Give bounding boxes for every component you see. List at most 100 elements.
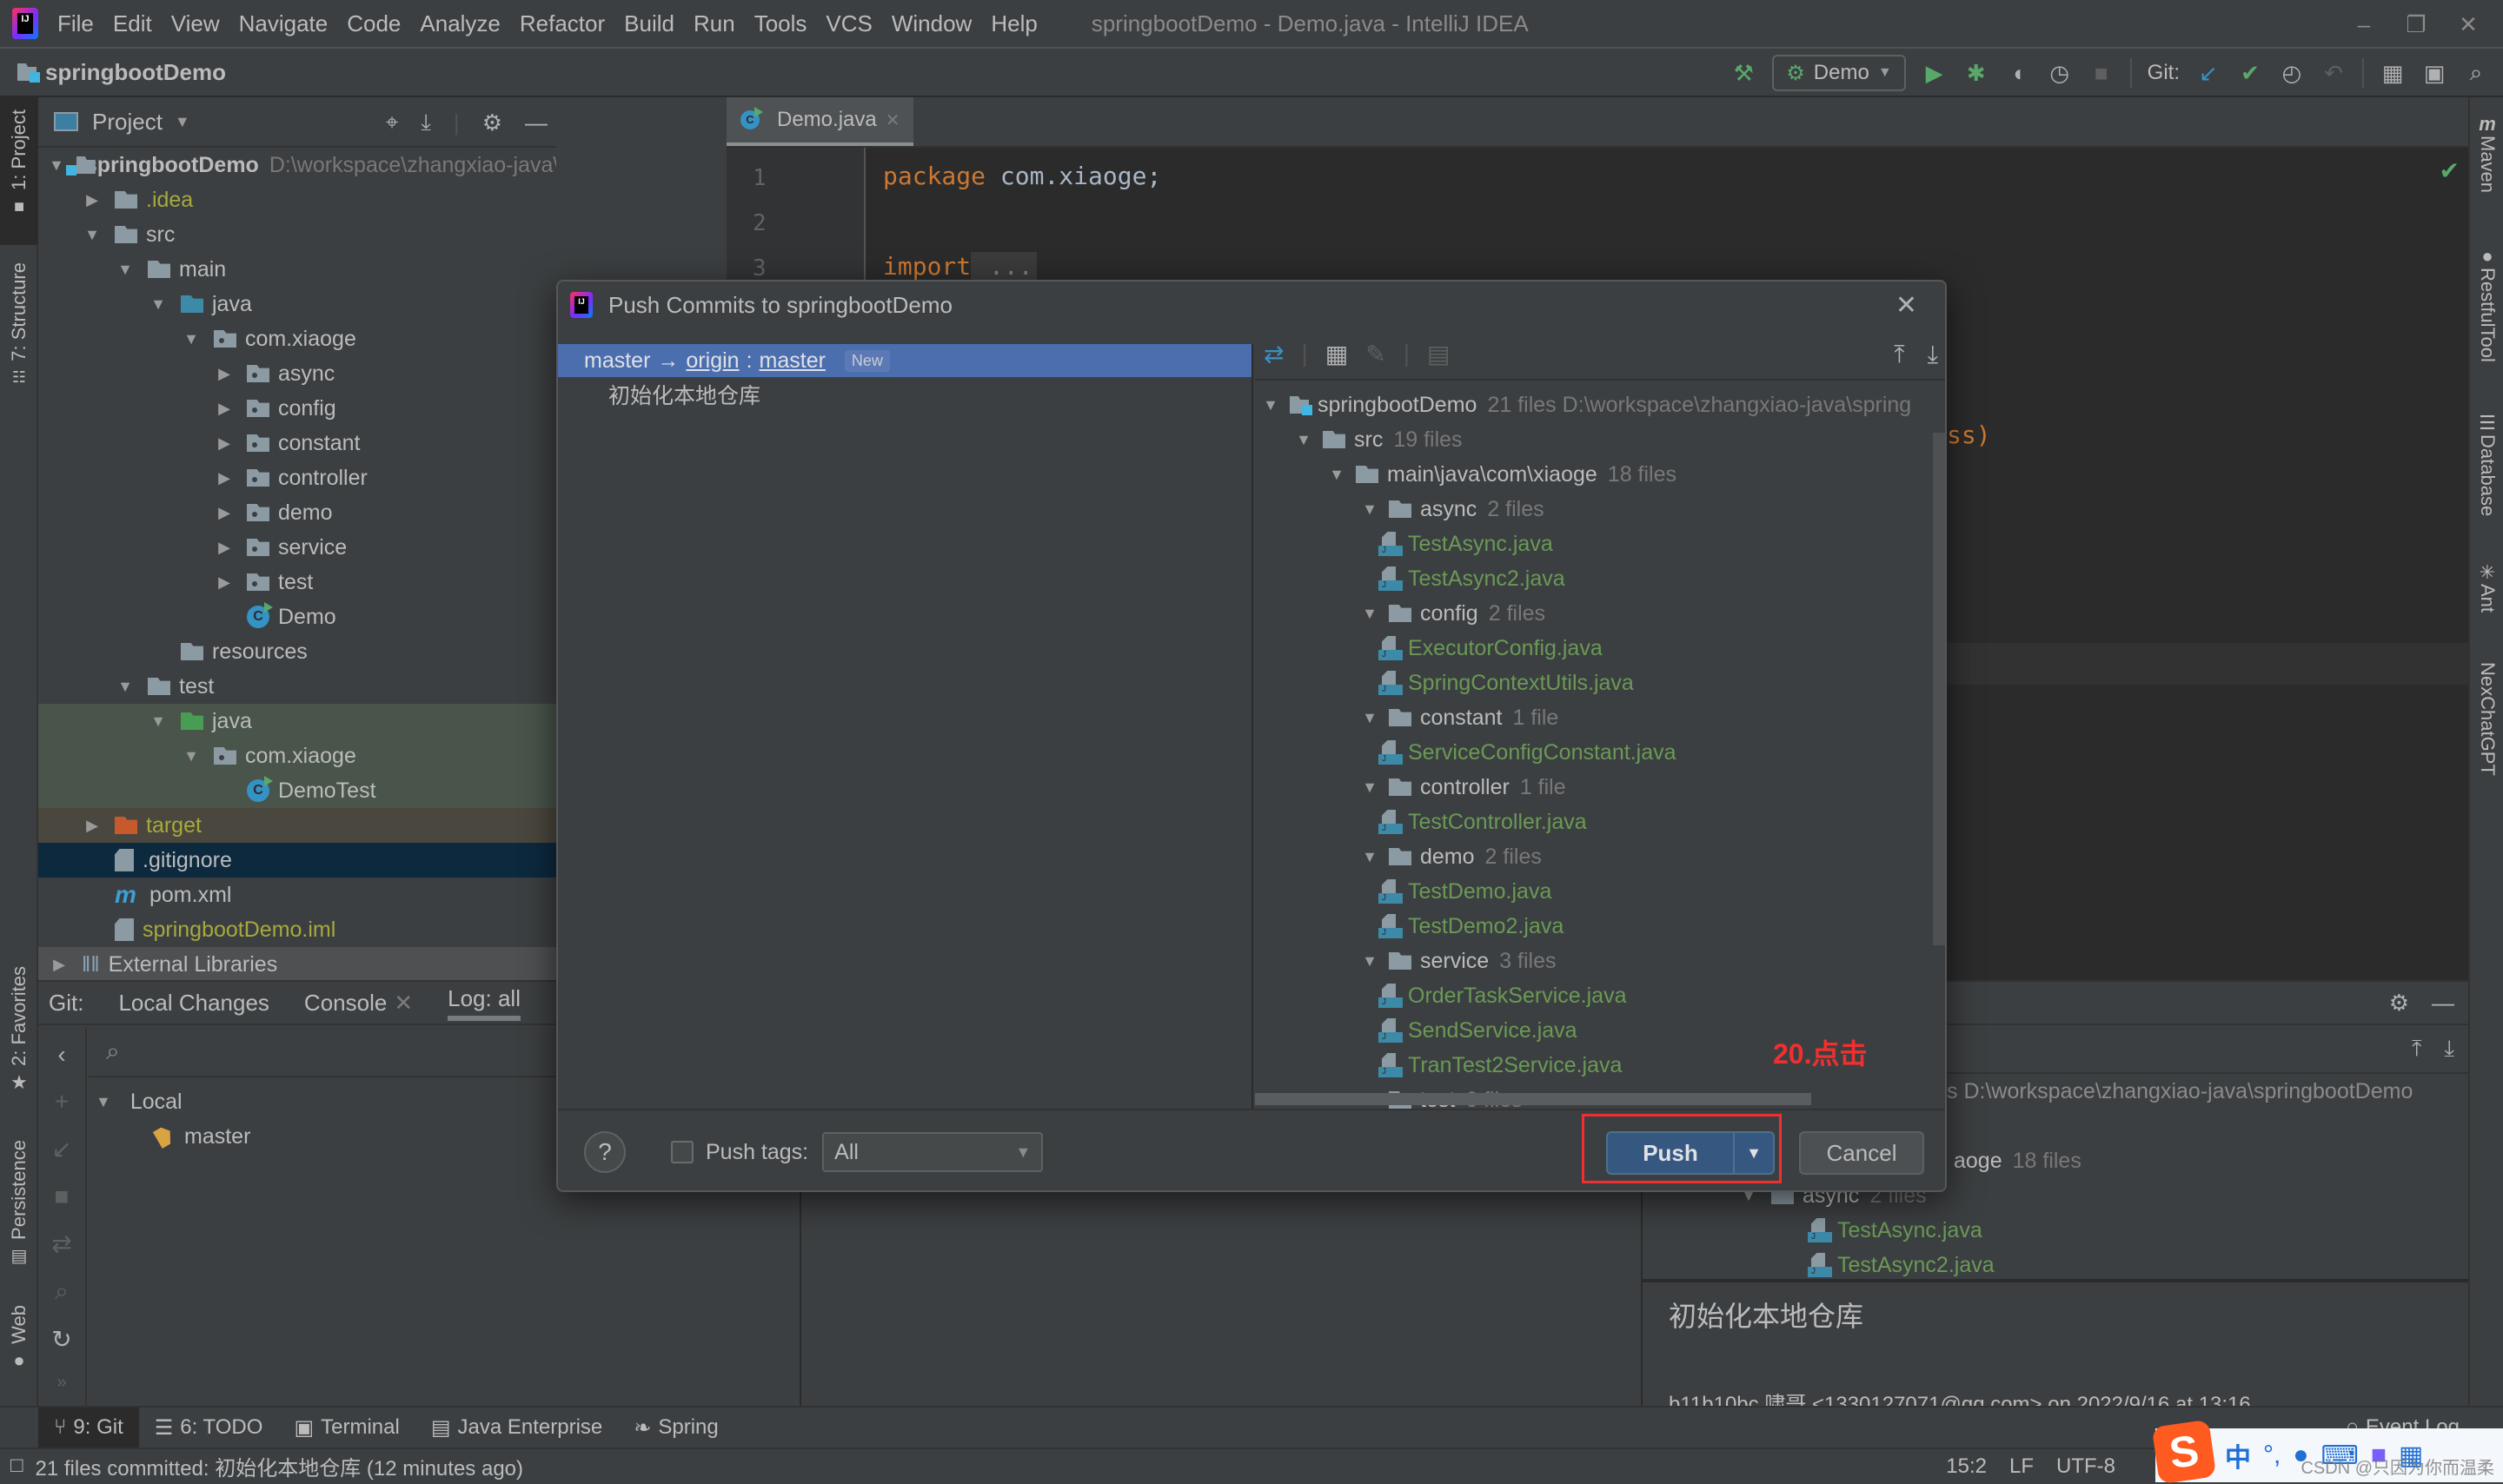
project-structure-icon[interactable]: ▦ bbox=[2380, 60, 2406, 86]
tree-row[interactable]: ▶ .idea bbox=[38, 182, 556, 217]
search-icon[interactable]: ⌕ bbox=[2463, 59, 2489, 86]
tree-row[interactable]: ▶ config bbox=[38, 391, 556, 426]
tool-tab-nexchatgpt[interactable]: NexChatGPT bbox=[2470, 662, 2503, 776]
minimize-button[interactable]: – bbox=[2338, 0, 2390, 49]
menu-refactor[interactable]: Refactor bbox=[520, 10, 605, 37]
file-row[interactable]: TestAsync2.java bbox=[1255, 561, 1945, 596]
tree-row[interactable]: ▼ test bbox=[38, 669, 556, 704]
build-hammer-icon[interactable]: ⚒ bbox=[1730, 60, 1756, 86]
expand-arrow-icon[interactable]: ▼ bbox=[49, 156, 64, 175]
tree-row-file[interactable]: TestAsync2.java bbox=[1643, 1248, 2468, 1282]
edit-pencil-icon[interactable]: ✎ bbox=[1365, 340, 1385, 368]
menu-view[interactable]: View bbox=[171, 10, 220, 37]
folder-row[interactable]: ▼ config 2 files bbox=[1255, 596, 1945, 631]
more-chevrons-icon[interactable]: » bbox=[56, 1373, 66, 1393]
expand-arrow-icon[interactable]: ▼ bbox=[148, 712, 169, 731]
collapse-arrow-icon[interactable]: ▶ bbox=[214, 539, 235, 557]
editor-tab-demo-java[interactable]: C Demo.java ✕ bbox=[727, 97, 914, 146]
collapse-arrow-icon[interactable]: ▶ bbox=[214, 504, 235, 522]
search-icon[interactable]: ⌕ bbox=[55, 1277, 69, 1306]
rollback-icon[interactable]: ↶ bbox=[2320, 60, 2347, 86]
checkout-arrow-icon[interactable]: ↙ bbox=[51, 1135, 71, 1163]
git-update-icon[interactable]: ↙ bbox=[2195, 60, 2221, 86]
line-separator[interactable]: LF bbox=[2009, 1454, 2034, 1479]
folder-row[interactable]: ▼ async 2 files bbox=[1255, 492, 1945, 527]
file-row[interactable]: TestDemo.java bbox=[1255, 874, 1945, 909]
ime-mode[interactable]: 中 bbox=[2225, 1436, 2251, 1474]
caret-position[interactable]: 15:2 bbox=[1946, 1454, 1987, 1479]
push-tags-select[interactable]: All ▼ bbox=[822, 1132, 1044, 1172]
tree-row[interactable]: ▶ async bbox=[38, 356, 556, 391]
remote-link[interactable]: origin bbox=[686, 348, 739, 374]
folder-row[interactable]: ▼ src 19 files bbox=[1255, 422, 1945, 457]
run-configuration-select[interactable]: ⚙ Demo ▼ bbox=[1772, 55, 1906, 91]
expand-arrow-icon[interactable]: ▼ bbox=[1359, 848, 1380, 866]
hide-minus-icon[interactable]: — bbox=[2432, 990, 2454, 1017]
file-row[interactable]: ServiceConfigConstant.java bbox=[1255, 735, 1945, 770]
tab-console[interactable]: Console ✕ bbox=[304, 990, 413, 1017]
tree-row[interactable]: ▼ java bbox=[38, 704, 556, 739]
collapse-all-icon[interactable]: ⤓ bbox=[1928, 341, 1938, 369]
tree-row[interactable]: ▶ demo bbox=[38, 495, 556, 530]
menu-edit[interactable]: Edit bbox=[113, 10, 152, 37]
tree-row[interactable]: ▼ springbootDemo D:\workspace\zhangxiao-ja… bbox=[38, 148, 556, 182]
menu-vcs[interactable]: VCS bbox=[826, 10, 872, 37]
tool-window-spring[interactable]: ❧ Spring bbox=[618, 1408, 734, 1448]
menu-run[interactable]: Run bbox=[694, 10, 735, 37]
group-by-icon[interactable]: ▦ bbox=[1325, 340, 1348, 368]
collapse-arrow-icon[interactable]: ▶ bbox=[214, 573, 235, 592]
tree-row[interactable]: ▶mpom.xml bbox=[38, 878, 556, 912]
tool-tab-project[interactable]: 1: Project ■ bbox=[0, 97, 38, 245]
tool-tab-ant[interactable]: ✳ Ant bbox=[2470, 561, 2503, 613]
expand-arrow-icon[interactable]: ▼ bbox=[1326, 466, 1347, 484]
push-tags-checkbox[interactable] bbox=[671, 1141, 694, 1163]
expand-arrow-icon[interactable]: ▼ bbox=[1293, 431, 1314, 449]
expand-arrow-icon[interactable]: ▼ bbox=[1359, 605, 1380, 623]
run-icon[interactable]: ▶ bbox=[1922, 60, 1948, 86]
close-dialog-icon[interactable]: ✕ bbox=[1896, 290, 1917, 321]
expand-arrow-icon[interactable]: ▼ bbox=[115, 261, 136, 279]
hide-minus-icon[interactable]: — bbox=[525, 109, 548, 136]
refresh-icon[interactable]: ↻ bbox=[51, 1325, 71, 1354]
folded-imports[interactable]: ... bbox=[971, 252, 1037, 281]
folder-row[interactable]: ▼ constant 1 file bbox=[1255, 700, 1945, 735]
tool-tab-structure[interactable]: 7: Structure ☷ bbox=[0, 262, 38, 419]
tool-tab-persistence[interactable]: Persistence ▤ bbox=[0, 1140, 38, 1279]
history-clock-icon[interactable]: ◴ bbox=[2279, 60, 2305, 86]
tree-row[interactable]: ▼ java bbox=[38, 287, 556, 321]
menu-navigate[interactable]: Navigate bbox=[239, 10, 329, 37]
file-row[interactable]: SpringContextUtils.java bbox=[1255, 666, 1945, 700]
tool-tab-maven[interactable]: m Maven bbox=[2470, 113, 2503, 193]
project-view-selector[interactable]: Project bbox=[92, 109, 163, 136]
expand-arrow-icon[interactable]: ▼ bbox=[82, 226, 103, 244]
file-row[interactable]: TestAsync.java bbox=[1255, 527, 1945, 561]
tool-window-git[interactable]: ⑂ 9: Git bbox=[38, 1408, 139, 1448]
menu-window[interactable]: Window bbox=[892, 10, 972, 37]
folder-row[interactable]: ▼ main\java\com\xiaoge 18 files bbox=[1255, 457, 1945, 492]
expand-arrow-icon[interactable]: ▼ bbox=[1359, 952, 1380, 971]
file-row[interactable]: TestDemo2.java bbox=[1255, 909, 1945, 944]
collapse-arrow-icon[interactable]: ▶ bbox=[214, 434, 235, 453]
folder-row[interactable]: ▼ springbootDemo 21 files D:\workspace\zha… bbox=[1255, 388, 1945, 422]
gear-icon[interactable]: ⚙ bbox=[482, 109, 502, 136]
chevron-down-icon[interactable]: ▼ bbox=[175, 113, 190, 131]
cancel-button[interactable]: Cancel bbox=[1799, 1131, 1924, 1175]
folder-row[interactable]: ▼ service 3 files bbox=[1255, 944, 1945, 978]
tree-row[interactable]: ▶springbootDemo.iml bbox=[38, 912, 556, 947]
tree-row[interactable]: ▶ ‖‖ External Libraries bbox=[38, 947, 556, 980]
file-row[interactable]: TestController.java bbox=[1255, 805, 1945, 839]
tool-tab-favorites[interactable]: 2: Favorites ★ bbox=[0, 966, 38, 1114]
collapse-all-icon[interactable]: ⤓ bbox=[2445, 1035, 2455, 1063]
menu-code[interactable]: Code bbox=[347, 10, 401, 37]
push-target-row[interactable]: master → origin : master New bbox=[558, 344, 1252, 377]
file-encoding[interactable]: UTF-8 bbox=[2056, 1454, 2115, 1479]
add-plus-icon[interactable]: + bbox=[55, 1088, 69, 1116]
code-line[interactable]: package com.xiaoge; bbox=[883, 162, 1161, 190]
collapse-arrow-icon[interactable]: ▶ bbox=[82, 191, 103, 209]
preview-icon[interactable]: ▤ bbox=[1427, 340, 1450, 368]
close-tab-icon[interactable]: ✕ bbox=[394, 990, 413, 1016]
tree-row[interactable]: ▼ com.xiaoge bbox=[38, 321, 556, 356]
merge-icon[interactable]: ⇄ bbox=[51, 1229, 71, 1258]
menu-build[interactable]: Build bbox=[624, 10, 674, 37]
expand-arrow-icon[interactable]: ▼ bbox=[181, 747, 202, 765]
